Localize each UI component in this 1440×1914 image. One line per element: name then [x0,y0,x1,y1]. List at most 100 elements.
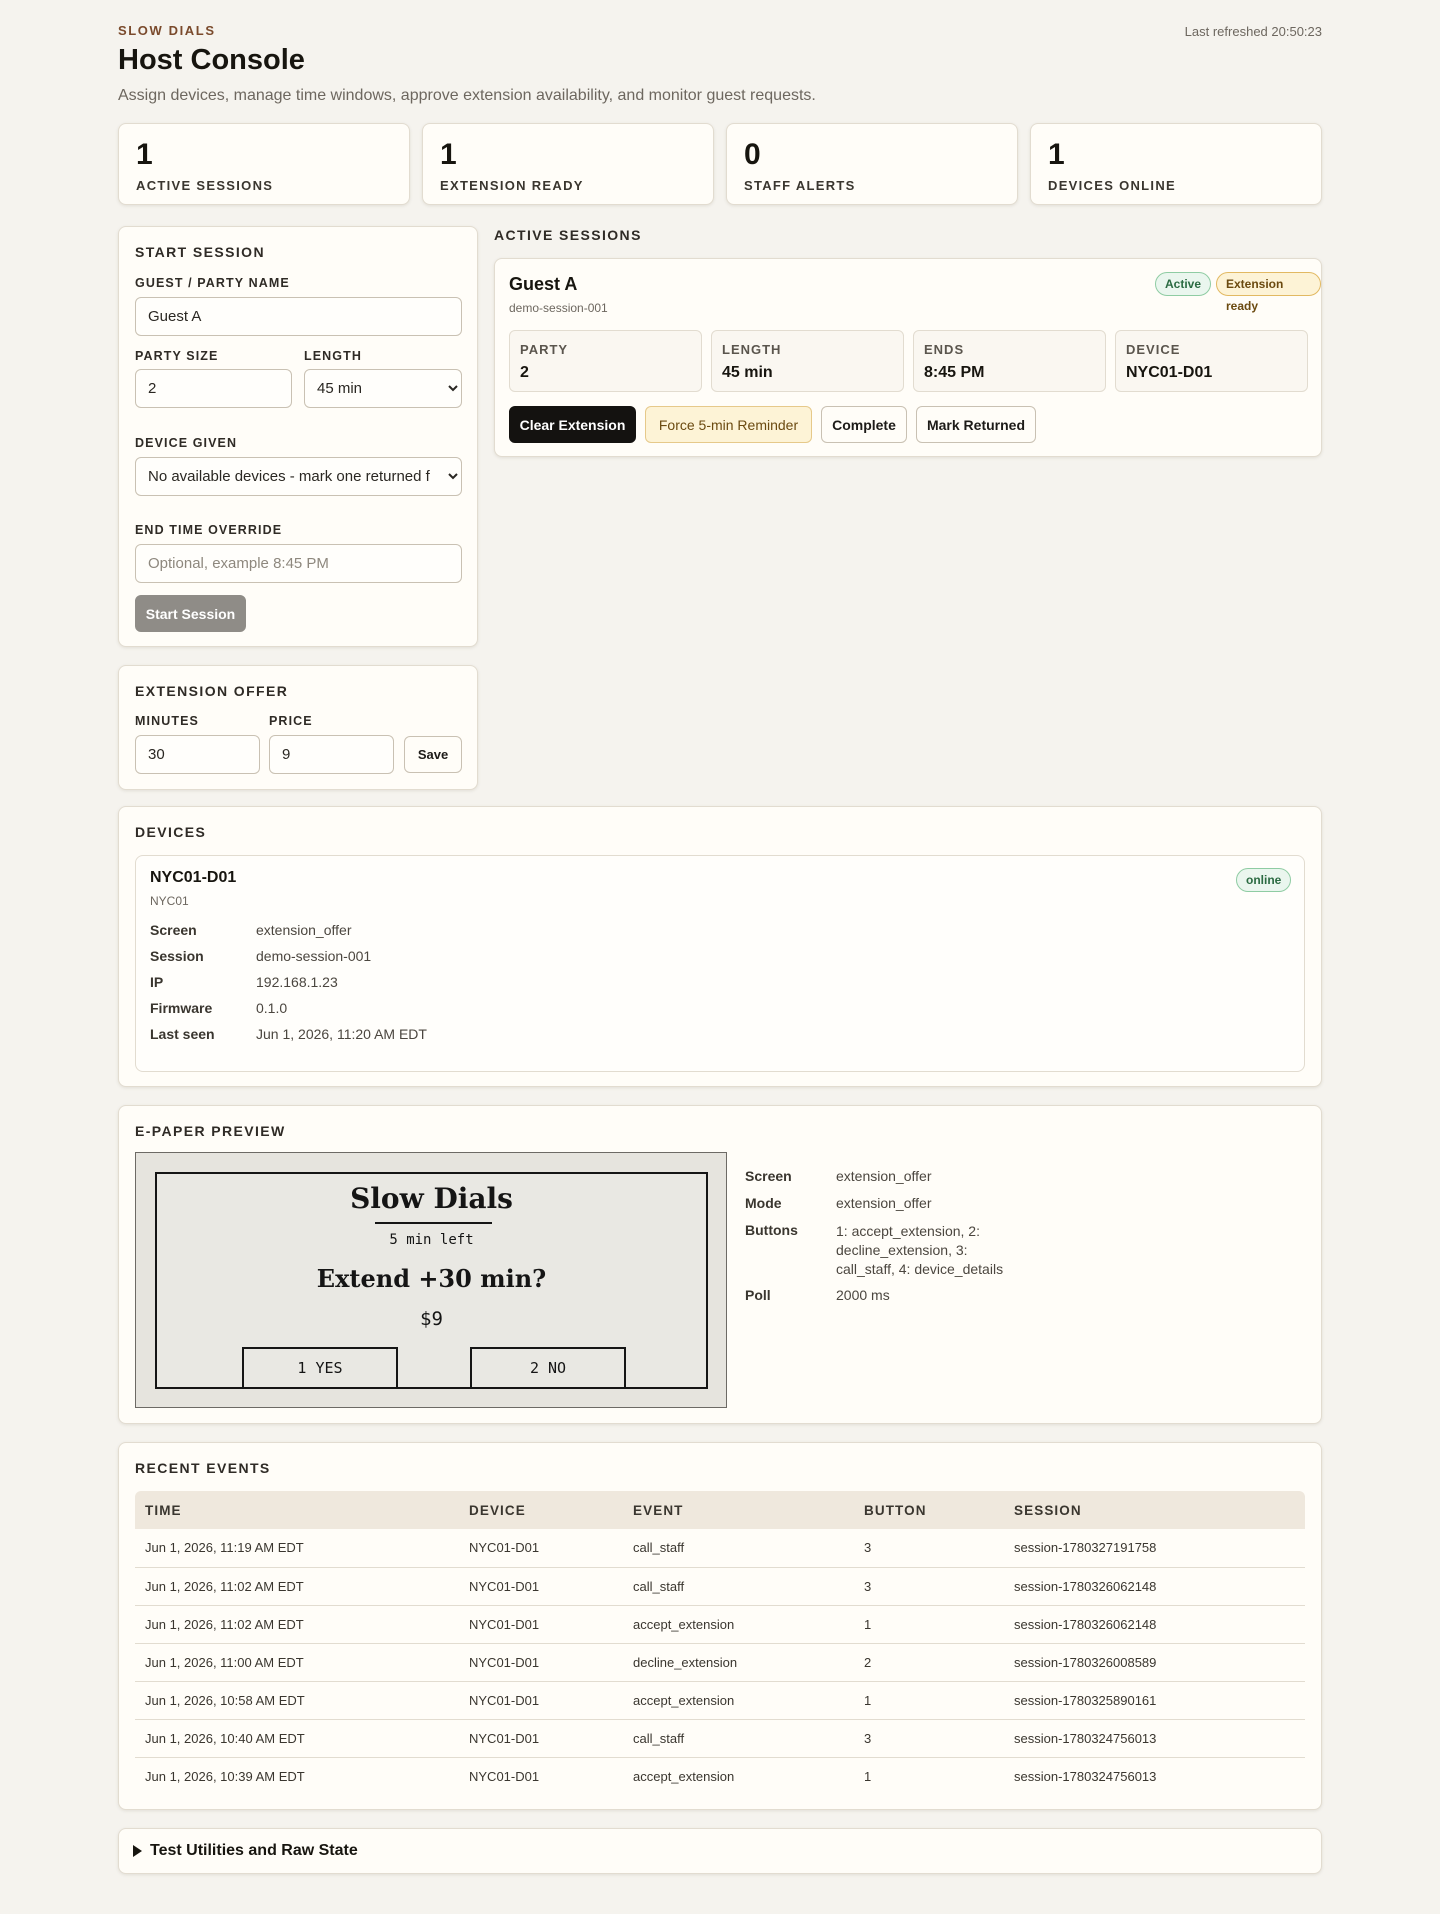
cell-time: Jun 1, 2026, 10:40 AM EDT [145,1730,305,1746]
epaper-time-left: 5 min left [389,1232,474,1248]
cell-event: decline_extension [633,1654,738,1670]
test-utilities-toggle[interactable]: Test Utilities and Raw State [118,1828,1322,1874]
device-given-select[interactable]: No available devices - mark one returned… [135,457,462,496]
active-sessions-heading: ACTIVE SESSIONS [494,227,642,243]
cell-device: NYC01-D01 [469,1578,540,1594]
minutes-label: MINUTES [135,714,199,728]
clear-extension-button[interactable]: Clear Extension [509,406,636,443]
cell-event: call_staff [633,1730,685,1746]
cell-device: NYC01-D01 [469,1768,540,1784]
start-session-button[interactable]: Start Session [135,595,246,632]
device-name: NYC01-D01 [150,869,237,886]
cell-time: Jun 1, 2026, 10:39 AM EDT [145,1768,305,1784]
epaper-divider [375,1222,492,1224]
epaper-field-key: Poll [745,1287,771,1303]
cell-session: session-1780327191758 [1014,1540,1157,1556]
epaper-field-value: 2000 ms [836,1287,890,1303]
table-row: Jun 1, 2026, 11:02 AM EDT NYC01-D01 call… [135,1567,1305,1605]
column-header-session: SESSION [1014,1502,1082,1518]
session-party-box: PARTY 2 [509,330,702,392]
ends-key: ENDS [924,342,965,357]
epaper-yes-button: 1 YES [242,1347,398,1387]
table-row: Jun 1, 2026, 11:00 AM EDT NYC01-D01 decl… [135,1643,1305,1681]
stat-card-staff-alerts: 0 STAFF ALERTS [726,123,1018,205]
cell-event: call_staff [633,1540,685,1556]
party-size-input[interactable] [135,369,292,408]
start-session-card: START SESSION GUEST / PARTY NAME PARTY S… [118,226,478,647]
price-label: PRICE [269,714,313,728]
cell-button: 1 [864,1616,872,1632]
cell-button: 1 [864,1692,872,1708]
force-reminder-button[interactable]: Force 5-min Reminder [645,406,812,443]
stat-label: EXTENSION READY [440,178,584,193]
price-input[interactable] [269,735,394,774]
stat-label: ACTIVE SESSIONS [136,178,274,193]
status-badge-active: Active [1155,272,1212,296]
recent-events-card: RECENT EVENTS TIME DEVICE EVENT BUTTON S… [118,1442,1322,1810]
session-ends-box: ENDS 8:45 PM [913,330,1106,392]
device-field-key: Last seen [150,1026,215,1042]
epaper-screen: Slow Dials 5 min left Extend +30 min? $9… [155,1172,708,1389]
device-field-key: Screen [150,922,197,938]
column-header-button: BUTTON [864,1502,927,1518]
stat-label: STAFF ALERTS [744,178,856,193]
cell-session: session-1780326062148 [1014,1578,1157,1594]
brand-label: SLOW DIALS [118,23,216,38]
minutes-input[interactable] [135,735,260,774]
column-header-device: DEVICE [469,1502,526,1518]
epaper-title: Slow Dials [350,1182,513,1215]
device-field-value: 192.168.1.23 [256,974,338,990]
test-utilities-label: Test Utilities and Raw State [150,1842,358,1859]
epaper-field-key: Buttons [745,1222,798,1238]
table-row: Jun 1, 2026, 10:40 AM EDT NYC01-D01 call… [135,1719,1305,1757]
cell-button: 3 [864,1730,872,1746]
cell-button: 3 [864,1578,872,1594]
epaper-field-value: extension_offer [836,1168,932,1184]
recent-events-heading: RECENT EVENTS [135,1460,271,1476]
stat-label: DEVICES ONLINE [1048,178,1176,193]
mark-returned-button[interactable]: Mark Returned [916,406,1036,443]
device-value: NYC01-D01 [1126,364,1213,381]
cell-session: session-1780324756013 [1014,1768,1157,1784]
cell-button: 3 [864,1540,872,1556]
device-field-key: Firmware [150,1000,213,1016]
cell-session: session-1780326008589 [1014,1654,1157,1670]
session-length-box: LENGTH 45 min [711,330,904,392]
cell-session: session-1780326062148 [1014,1616,1157,1632]
cell-event: call_staff [633,1578,685,1594]
page-title: Host Console [118,44,305,76]
complete-button[interactable]: Complete [821,406,907,443]
cell-time: Jun 1, 2026, 11:19 AM EDT [145,1540,304,1556]
epaper-no-button: 2 NO [470,1347,626,1387]
cell-time: Jun 1, 2026, 11:02 AM EDT [145,1578,304,1594]
stat-value: 1 [440,138,457,171]
table-row: Jun 1, 2026, 10:58 AM EDT NYC01-D01 acce… [135,1681,1305,1719]
device-status-badge: online [1236,868,1292,892]
table-row: Jun 1, 2026, 11:02 AM EDT NYC01-D01 acce… [135,1605,1305,1643]
cell-event: accept_extension [633,1692,735,1708]
guest-name-label: GUEST / PARTY NAME [135,276,290,290]
cell-event: accept_extension [633,1768,735,1784]
devices-card: DEVICES NYC01-D01 NYC01 online Screen ex… [118,806,1322,1087]
cell-device: NYC01-D01 [469,1654,540,1670]
device-location: NYC01 [150,894,189,908]
end-time-label: END TIME OVERRIDE [135,523,283,537]
end-time-input[interactable] [135,544,462,583]
save-button[interactable]: Save [404,736,462,773]
page-subtitle: Assign devices, manage time windows, app… [118,87,816,104]
device-card: NYC01-D01 NYC01 online Screen extension_… [135,855,1305,1072]
cell-button: 1 [864,1768,872,1784]
cell-device: NYC01-D01 [469,1730,540,1746]
devices-heading: DEVICES [135,824,207,840]
stat-card-active-sessions: 1 ACTIVE SESSIONS [118,123,410,205]
extension-offer-card: EXTENSION OFFER MINUTES PRICE Save [118,665,478,790]
table-row: Jun 1, 2026, 10:39 AM EDT NYC01-D01 acce… [135,1757,1305,1795]
session-card: Guest A demo-session-001 Active Extensio… [494,258,1322,457]
cell-device: NYC01-D01 [469,1616,540,1632]
guest-name-input[interactable] [135,297,462,336]
length-label: LENGTH [304,349,362,363]
cell-device: NYC01-D01 [469,1540,540,1556]
length-select[interactable]: 45 min [304,369,462,408]
epaper-preview-card: E-PAPER PREVIEW Slow Dials 5 min left Ex… [118,1105,1322,1424]
ends-value: 8:45 PM [924,364,985,381]
